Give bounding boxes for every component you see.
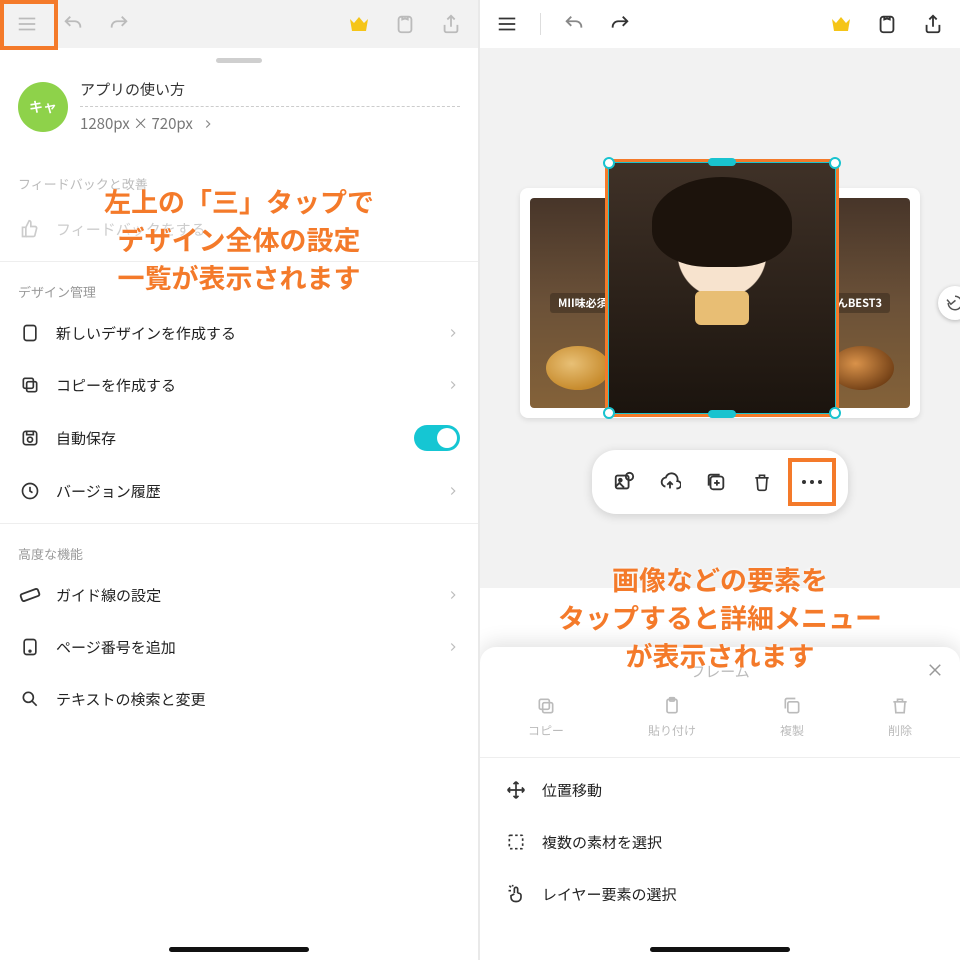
sheet-grabber[interactable] [216,58,262,63]
menu-new-design[interactable]: 新しいデザインを作成する [0,307,478,359]
avatar: キャ [18,82,68,132]
ruler-icon [18,583,42,607]
menu-layer-select[interactable]: レイヤー要素の選択 [480,868,960,920]
menu-move-position[interactable]: 位置移動 [480,764,960,816]
crown-icon[interactable] [828,11,854,37]
share-icon[interactable] [920,11,946,37]
history-icon [18,479,42,503]
section-advanced: 高度な機能 [0,530,478,569]
page-icon [18,321,42,345]
resize-handle-bottom[interactable] [708,410,736,418]
design-dimensions[interactable]: 1280px × 720px [80,113,460,134]
move-icon [504,778,528,802]
cart-icon[interactable] [874,11,900,37]
top-toolbar-left [0,0,478,48]
rotate-handle[interactable] [938,286,960,320]
home-indicator [169,947,309,952]
delete-button[interactable] [742,462,782,502]
callout-right: 画像などの要素を タップすると詳細メニュー が表示されます [480,560,960,673]
chevron-right-icon [446,484,460,498]
save-icon [18,426,42,450]
resize-handle-br[interactable] [829,407,841,419]
trash-icon [888,694,912,718]
clipboard-icon [660,694,684,718]
hamburger-icon[interactable] [494,11,520,37]
resize-handle-tl[interactable] [603,157,615,169]
replace-image-button[interactable] [604,462,644,502]
profile-row[interactable]: キャ アプリの使い方 1280px × 720px [0,69,478,138]
resize-handle-top[interactable] [708,158,736,166]
menu-multi-select[interactable]: 複数の素材を選択 [480,816,960,868]
menu-find-replace[interactable]: テキストの検索と変更 [0,673,478,725]
element-context-sheet: フレーム コピー 貼り付け 複製 削除 [480,647,960,960]
resize-handle-bl[interactable] [603,407,615,419]
redo-icon[interactable] [607,11,633,37]
canvas-area[interactable]: MII味必須コース パン屋さんBEST3 パン 巡礼 [480,48,960,588]
highlight-more [788,458,836,506]
tab-duplicate[interactable]: 複製 [780,694,804,739]
more-button[interactable] [792,462,832,502]
redo-icon[interactable] [106,11,132,37]
menu-page-numbers[interactable]: ページ番号を追加 [0,621,478,673]
autosave-toggle[interactable] [414,425,460,451]
menu-make-copy[interactable]: コピーを作成する [0,359,478,411]
menu-version-history[interactable]: バージョン履歴 [0,465,478,517]
cart-icon[interactable] [392,11,418,37]
share-icon[interactable] [438,11,464,37]
select-icon [504,830,528,854]
chevron-right-icon [446,326,460,340]
add-button[interactable] [696,462,736,502]
highlight-hamburger [0,0,58,50]
crown-icon[interactable] [346,11,372,37]
duplicate-icon [780,694,804,718]
selected-image[interactable] [609,163,835,413]
tab-paste[interactable]: 貼り付け [648,694,696,739]
home-indicator [650,947,790,952]
chevron-right-icon [446,588,460,602]
tab-delete[interactable]: 削除 [888,694,912,739]
copy-icon [534,694,558,718]
faded-section-a [0,138,478,164]
menu-autosave[interactable]: 自動保存 [0,411,478,465]
chevron-right-icon [446,378,460,392]
undo-icon[interactable] [561,11,587,37]
page-number-icon [18,635,42,659]
design-title: アプリの使い方 [80,79,460,100]
design-canvas[interactable]: MII味必須コース パン屋さんBEST3 パン 巡礼 [520,188,920,418]
tab-copy[interactable]: コピー [528,694,564,739]
menu-guidelines[interactable]: ガイド線の設定 [0,569,478,621]
search-icon [18,687,42,711]
floating-toolbar [592,450,848,514]
copy-icon [18,373,42,397]
top-toolbar-right [480,0,960,48]
chevron-right-icon [446,640,460,654]
callout-left: 左上の「三」タップで デザイン全体の設定 一覧が表示されます [0,182,478,295]
selection-frame[interactable] [606,160,838,416]
resize-handle-tr[interactable] [829,157,841,169]
upload-button[interactable] [650,462,690,502]
tap-icon [504,882,528,906]
undo-icon[interactable] [60,11,86,37]
